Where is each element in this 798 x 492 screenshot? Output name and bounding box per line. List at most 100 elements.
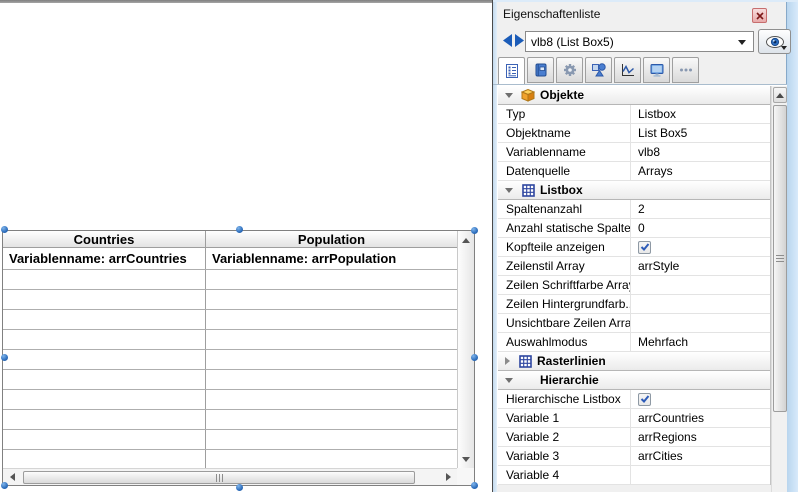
panel-frame-right [786, 0, 798, 492]
property-value[interactable]: List Box5 [631, 124, 770, 142]
property-label: Zeilen Hintergrundfarb... [498, 295, 631, 313]
property-row[interactable]: Variable 4 [498, 466, 770, 485]
listbox-empty-row [3, 290, 457, 310]
property-row[interactable]: Zeilen Hintergrundfarb... [498, 295, 770, 314]
checkbox-checked[interactable] [638, 393, 651, 406]
property-label: Objektname [498, 124, 631, 142]
object-selector-dropdown[interactable]: vlb8 (List Box5) [525, 31, 754, 52]
property-label: Variable 3 [498, 447, 631, 465]
properties-grid: Objekte Typ Listbox Objektname List Box5… [498, 86, 771, 485]
property-row[interactable]: Kopfteile anzeigen [498, 238, 770, 257]
object-navigation[interactable] [503, 34, 524, 50]
listbox-empty-row [3, 350, 457, 370]
tab-objects[interactable] [585, 57, 612, 83]
scroll-up-icon[interactable] [773, 87, 787, 103]
listbox-empty-row [3, 370, 457, 390]
tab-properties-list[interactable] [498, 57, 525, 85]
property-value[interactable]: arrCities [631, 447, 770, 465]
property-label: Hierarchische Listbox [498, 390, 631, 408]
group-header-objekte[interactable]: Objekte [498, 86, 770, 105]
listbox-vertical-scrollbar[interactable] [457, 231, 474, 468]
property-label: Zeilenstil Array [498, 257, 631, 275]
scroll-right-icon[interactable] [440, 469, 456, 485]
property-value[interactable] [631, 276, 770, 294]
property-value[interactable]: Arrays [631, 162, 770, 180]
objects-shapes-icon [591, 62, 607, 78]
property-label: Variablenname [498, 143, 631, 161]
property-label: Anzahl statische Spalten [498, 219, 631, 237]
scroll-down-icon[interactable] [458, 451, 474, 467]
property-value[interactable]: arrCountries [631, 409, 770, 427]
property-row[interactable]: Variable 1 arrCountries [498, 409, 770, 428]
selection-handle-top-right[interactable] [471, 227, 478, 234]
listbox-header-countries: Countries [3, 231, 206, 247]
selection-handle-bottom-left[interactable] [1, 482, 8, 489]
panel-vertical-scrollbar[interactable] [771, 86, 787, 492]
tab-display[interactable] [643, 57, 670, 83]
property-value[interactable]: vlb8 [631, 143, 770, 161]
prev-object-icon [503, 34, 512, 47]
property-value[interactable]: 0 [631, 219, 770, 237]
property-value[interactable] [631, 295, 770, 313]
property-row[interactable]: Variable 3 arrCities [498, 447, 770, 466]
group-header-hierarchie[interactable]: Hierarchie [498, 371, 770, 390]
vertical-scroll-thumb[interactable] [773, 105, 787, 412]
property-value[interactable] [631, 314, 770, 332]
property-value[interactable]: 2 [631, 200, 770, 218]
horizontal-scroll-thumb[interactable] [23, 471, 415, 484]
property-value[interactable]: arrStyle [631, 257, 770, 275]
listbox-cell-arrcountries: Variablenname: arrCountries [3, 248, 206, 269]
property-row[interactable]: Zeilen Schriftfarbe Array [498, 276, 770, 295]
listbox-empty-row [3, 410, 457, 430]
settings-gear-icon [562, 62, 578, 78]
property-row[interactable]: Spaltenanzahl 2 [498, 200, 770, 219]
close-button[interactable] [752, 8, 767, 23]
property-row[interactable]: Objektname List Box5 [498, 124, 770, 143]
property-value[interactable] [631, 238, 770, 256]
checkbox-checked[interactable] [638, 241, 651, 254]
tab-chart[interactable] [614, 57, 641, 83]
selection-handle-mid-right[interactable] [471, 354, 478, 361]
property-row[interactable]: Variablenname vlb8 [498, 143, 770, 162]
property-row[interactable]: Anzahl statische Spalten 0 [498, 219, 770, 238]
listbox-horizontal-scrollbar[interactable] [3, 468, 457, 485]
property-value[interactable]: arrRegions [631, 428, 770, 446]
more-ellipsis-icon [678, 62, 694, 78]
visibility-button[interactable] [758, 29, 791, 54]
selection-handle-mid-left[interactable] [1, 354, 8, 361]
scroll-up-icon[interactable] [458, 232, 474, 248]
collapse-triangle-icon [505, 188, 513, 193]
data-book-icon [533, 62, 549, 78]
group-header-rasterlinien[interactable]: Rasterlinien [498, 352, 770, 371]
panel-title: Eigenschaftenliste [503, 7, 600, 21]
selection-handle-bottom-center[interactable] [236, 484, 243, 491]
listbox-header-population: Population [206, 231, 457, 247]
property-label: Kopfteile anzeigen [498, 238, 631, 256]
property-label: Typ [498, 105, 631, 123]
tab-more[interactable] [672, 57, 699, 83]
selection-handle-bottom-right[interactable] [471, 482, 478, 489]
dropdown-arrow-icon [781, 46, 787, 50]
property-value[interactable] [631, 466, 770, 484]
property-row[interactable]: Typ Listbox [498, 105, 770, 124]
group-label: Listbox [540, 183, 583, 197]
property-row[interactable]: Zeilenstil Array arrStyle [498, 257, 770, 276]
listbox-preview[interactable]: Countries Population Variablenname: arrC… [2, 230, 475, 486]
tab-data-book[interactable] [527, 57, 554, 83]
listbox-empty-row [3, 390, 457, 410]
property-value[interactable] [631, 390, 770, 408]
selection-handle-top-left[interactable] [1, 226, 8, 233]
table-grid-icon [517, 355, 533, 368]
group-header-listbox[interactable]: Listbox [498, 181, 770, 200]
listbox-empty-row [3, 450, 457, 468]
property-row[interactable]: Variable 2 arrRegions [498, 428, 770, 447]
property-value[interactable]: Mehrfach [631, 333, 770, 351]
property-row[interactable]: Auswahlmodus Mehrfach [498, 333, 770, 352]
property-row[interactable]: Hierarchische Listbox [498, 390, 770, 409]
property-row[interactable]: Unsichtbare Zeilen Array [498, 314, 770, 333]
collapse-triangle-icon [505, 378, 513, 383]
property-row[interactable]: Datenquelle Arrays [498, 162, 770, 181]
property-value[interactable]: Listbox [631, 105, 770, 123]
selection-handle-top-center[interactable] [236, 226, 243, 233]
tab-settings[interactable] [556, 57, 583, 83]
